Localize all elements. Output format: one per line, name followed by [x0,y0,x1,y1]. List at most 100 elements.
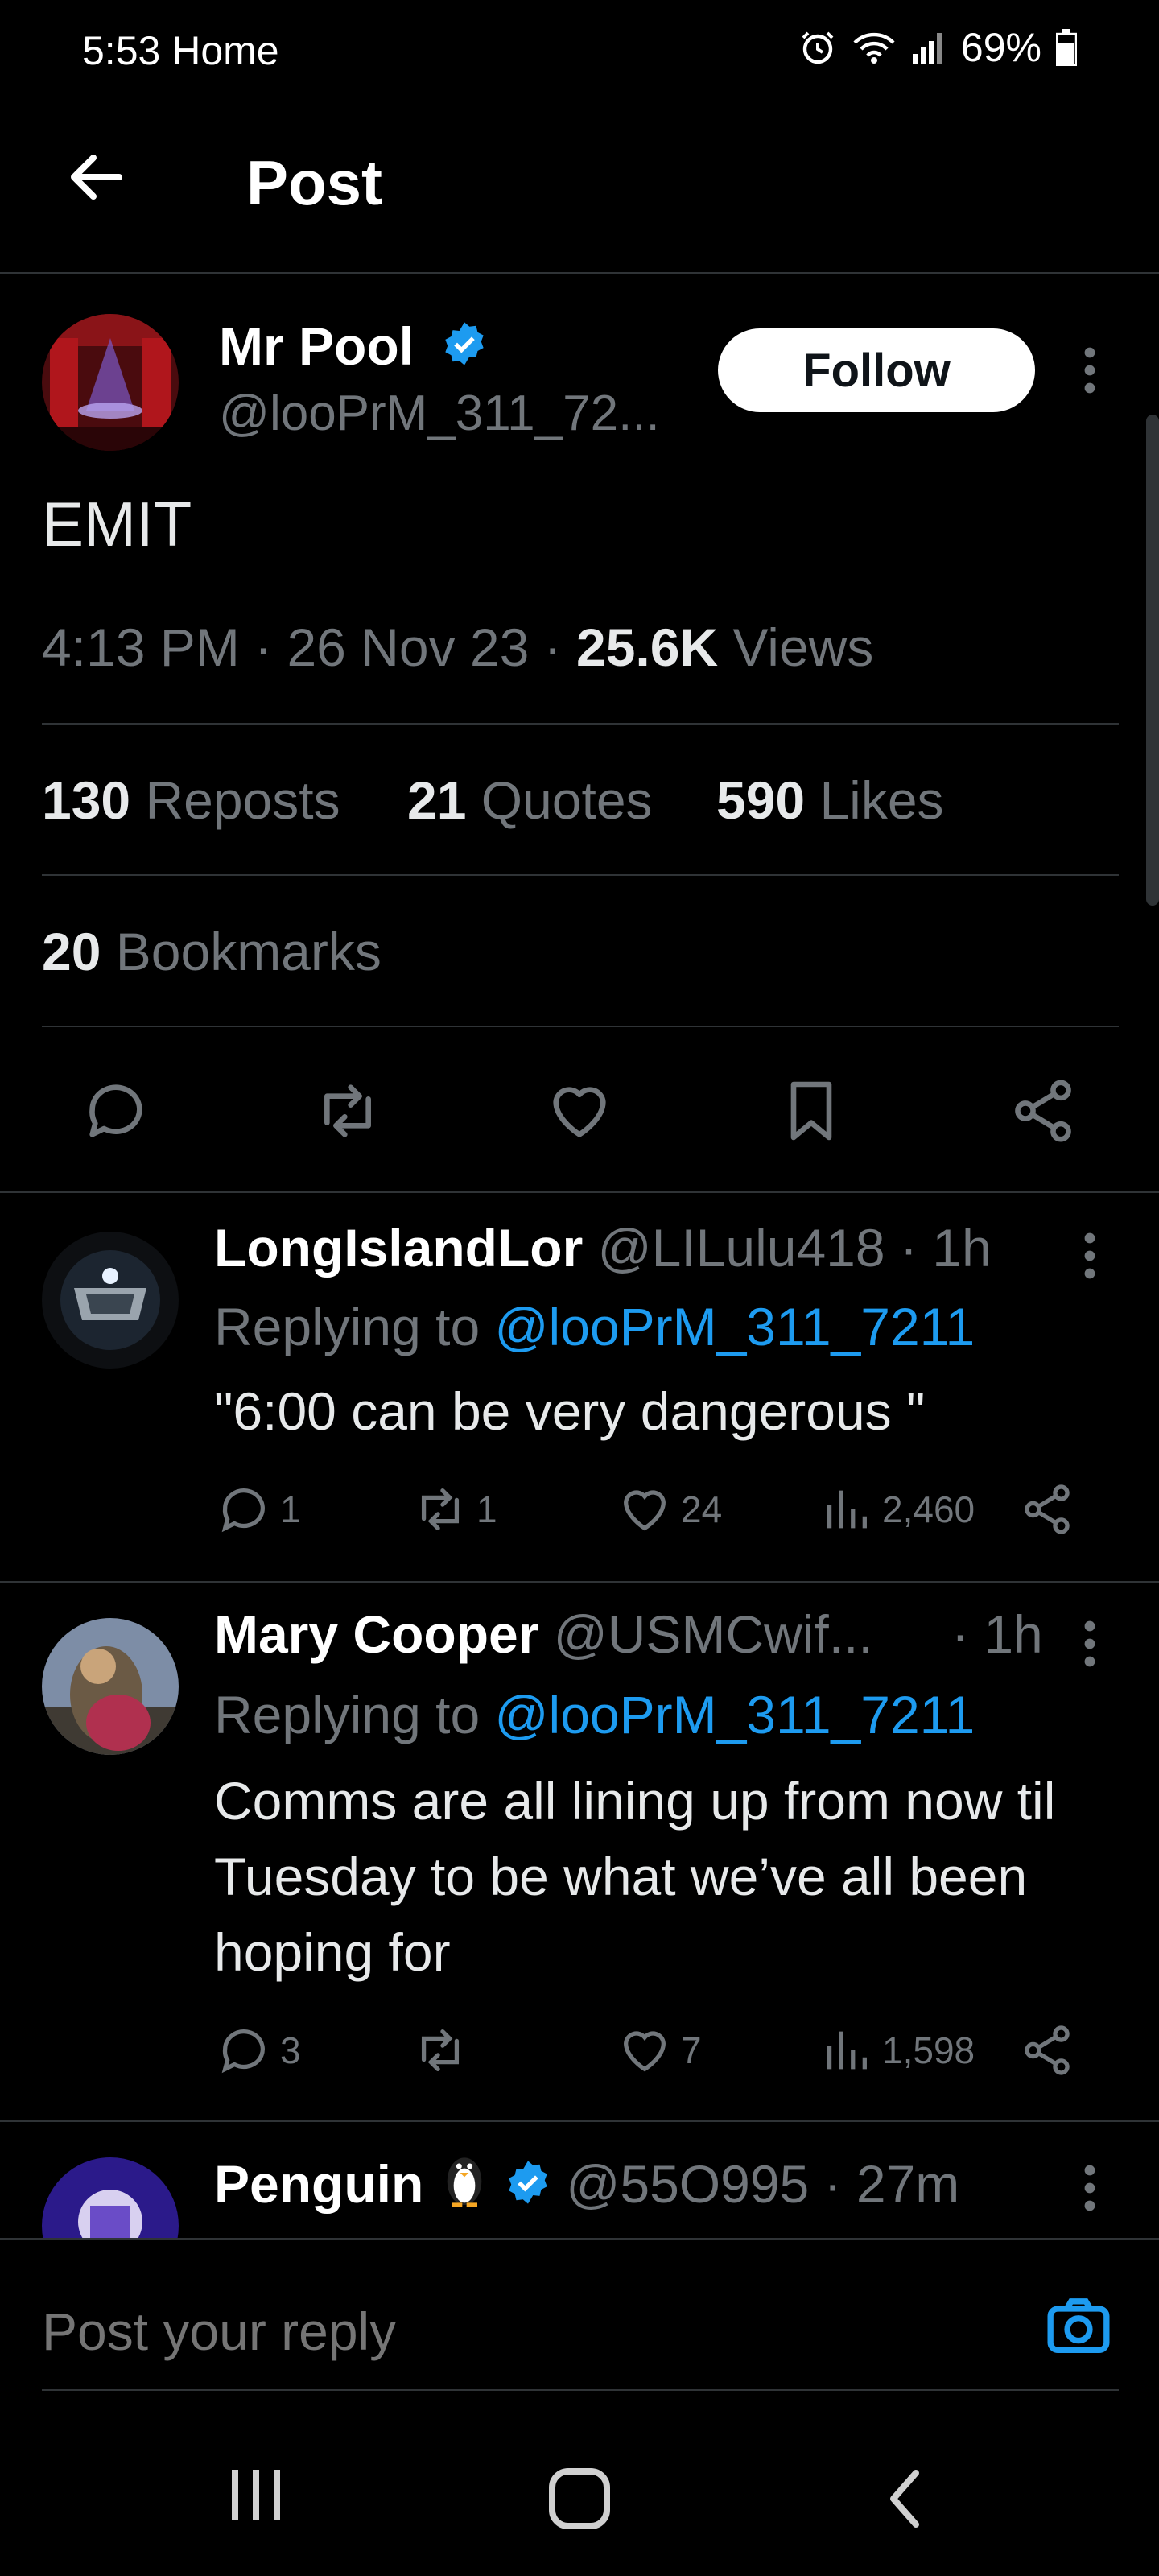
bar-chart-icon [827,1490,867,1529]
reply-name[interactable]: LongIslandLor [214,1218,583,1278]
reply-actions: 3 7 1,598 [214,2022,1099,2087]
reply-handle[interactable]: @USMCwif... [554,1604,873,1664]
reply-action-repost[interactable] [412,2022,476,2079]
more-options-icon[interactable] [1083,2164,1096,2212]
likes-count: 590 [716,770,806,830]
bookmarks-stat[interactable]: 20 Bookmarks [42,921,382,982]
wifi-icon [853,32,895,64]
replying-to: Replying to @looPrM_311_7211 [214,1296,975,1357]
reply-handle[interactable]: @55O995 [566,2154,809,2214]
quotes-count: 21 [407,770,467,830]
reply-input[interactable] [42,2301,967,2362]
author-avatar[interactable] [42,314,179,451]
views-label: Views [732,617,874,677]
more-options-icon[interactable] [1083,1232,1096,1280]
reply-text: "6:00 can be very dangerous " [214,1381,926,1441]
composer-divider [42,2389,1119,2391]
bookmarks-label: Bookmarks [115,922,382,981]
reply-time: · 1h [951,1604,1043,1664]
meta-divider [42,723,1119,724]
stats-divider [42,874,1119,876]
reply-name[interactable]: Mary Cooper [214,1604,538,1664]
reposts-label: Reposts [145,770,340,830]
recent-apps-icon[interactable] [227,2467,287,2523]
more-options-icon[interactable] [1083,346,1096,394]
speech-bubble-icon [221,2029,265,2074]
reply-count: 3 [280,2029,301,2071]
replying-prefix: Replying to [214,1685,481,1744]
reply-count: 1 [280,1488,301,1530]
heart-icon [624,2031,666,2072]
reposts-count: 130 [42,770,131,830]
signal-icon [912,33,942,64]
verified-badge-icon [445,322,484,365]
reply-actions: 1 1 24 2,460 [214,1481,1099,1546]
quotes-label: Quotes [481,770,653,830]
header-divider [0,272,1159,274]
likes-stat[interactable]: 590 Likes [716,770,944,831]
reply-avatar[interactable] [42,1618,179,1755]
reply-action-reply[interactable]: 1 [216,1481,301,1538]
heart-icon[interactable] [544,1075,615,1146]
reply-header: Penguin @55O995 · 27m [214,2151,959,2215]
share-icon[interactable] [1019,2022,1075,2079]
view-count: 1,598 [882,2029,975,2071]
repost-count: 1 [476,1488,497,1530]
reply-action-like[interactable]: 24 [617,1481,722,1538]
battery-icon [1056,29,1077,66]
reply-text: Comms are all lining up from now til Tue… [214,1771,1056,1982]
replying-prefix: Replying to [214,1297,481,1356]
status-icons: 69% [798,24,1077,71]
like-count: 7 [681,2029,702,2071]
post-meta: 4:13 PM · 26 Nov 23 · 25.6K Views [42,617,874,677]
speech-bubble-icon[interactable] [80,1075,151,1146]
repost-icon [421,2029,460,2071]
bookmark-icon[interactable] [776,1075,847,1146]
post-text: EMIT [42,489,192,559]
share-icon[interactable] [1008,1075,1079,1146]
likes-label: Likes [819,770,944,830]
follow-button[interactable]: Follow [718,328,1035,412]
author-name[interactable]: Mr Pool [219,316,414,377]
author-handle[interactable]: @looPrM_311_72... [219,385,660,442]
like-count: 24 [681,1488,723,1530]
reply-name[interactable]: Penguin [214,2154,423,2214]
reply-header: Mary Cooper @USMCwif... [214,1604,873,1665]
reply-action-views[interactable]: 1,598 [818,2022,975,2079]
reply-avatar[interactable] [42,1232,179,1368]
repost-icon[interactable] [312,1075,383,1146]
alarm-icon [802,31,834,64]
bar-chart-icon [827,2031,867,2070]
reply-handle[interactable]: @LILulu418 [598,1218,885,1278]
share-icon[interactable] [1019,1481,1075,1538]
reply-action-repost[interactable]: 1 [412,1481,497,1538]
views-count: 25.6K [575,617,719,677]
reply-action-views[interactable]: 2,460 [818,1481,975,1538]
penguin-emoji-icon [447,2157,482,2207]
more-options-icon[interactable] [1083,1620,1096,1668]
quotes-stat[interactable]: 21 Quotes [407,770,653,831]
system-nav-bar [0,2399,1159,2576]
reply-action-reply[interactable]: 3 [216,2022,301,2079]
arrow-left-icon[interactable] [64,145,129,209]
replying-to: Replying to @looPrM_311_7211 [214,1684,975,1745]
page-title: Post [246,147,383,218]
bookmarks-divider [42,1026,1119,1027]
home-icon[interactable] [547,2467,612,2531]
actions-divider [0,1191,1159,1193]
replying-handle-link[interactable]: @looPrM_311_7211 [495,1685,975,1744]
post-time: 4:13 PM [42,617,240,677]
reply-time: · 27m [823,2154,960,2214]
reply-time: · 1h [899,1218,992,1278]
bookmarks-count: 20 [42,922,101,981]
reply-action-like[interactable]: 7 [617,2022,702,2079]
post-date: 26 Nov 23 [287,617,530,677]
reply-header: LongIslandLor @LILulu418 · 1h [214,1217,992,1278]
camera-icon[interactable] [1043,2291,1114,2362]
reposts-stat[interactable]: 130 Reposts [42,770,340,831]
replying-handle-link[interactable]: @looPrM_311_7211 [495,1297,975,1356]
back-nav-icon[interactable] [884,2467,924,2531]
battery-percent: 69% [960,25,1041,70]
reply-divider [0,1581,1159,1583]
scrollbar[interactable] [1146,415,1159,906]
